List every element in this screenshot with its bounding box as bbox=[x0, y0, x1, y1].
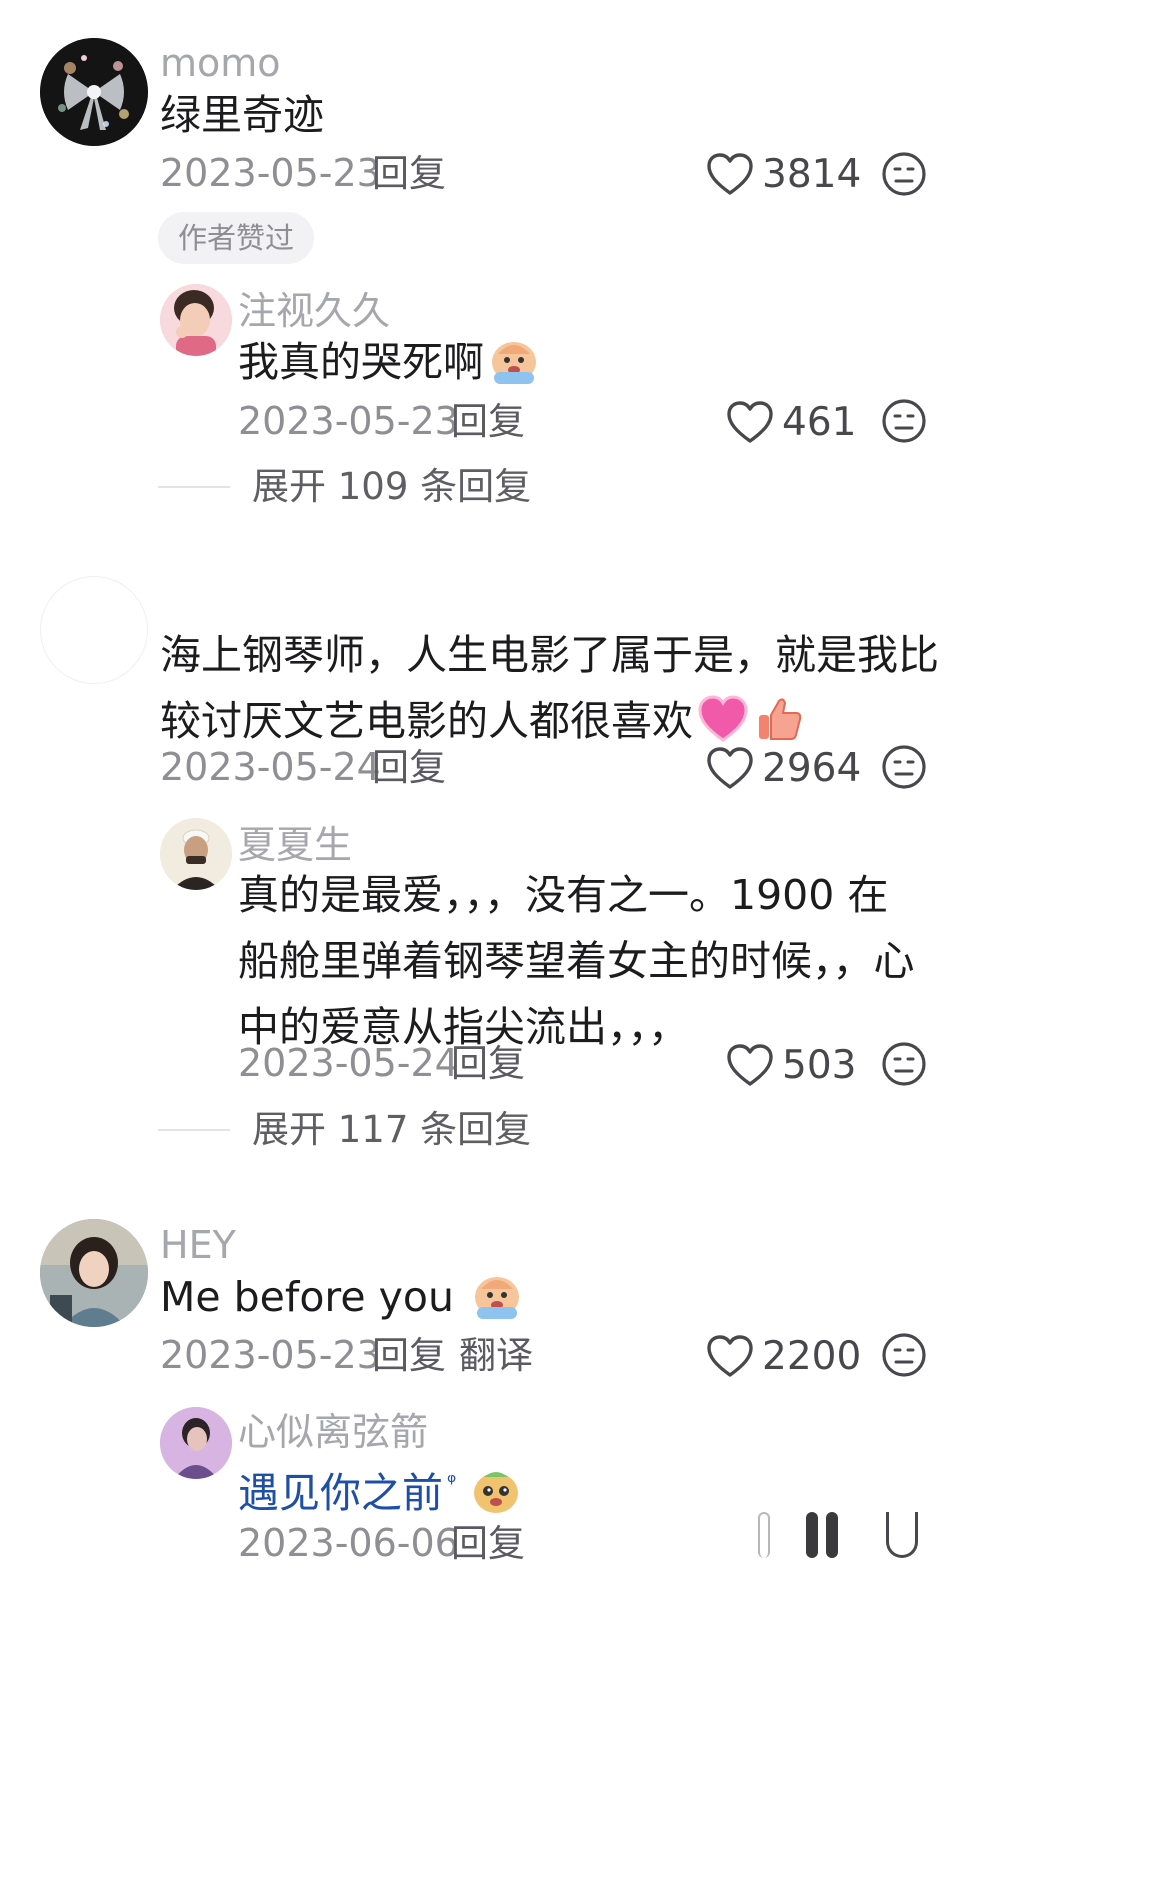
like-button[interactable]: 2964 bbox=[706, 746, 861, 790]
avatar[interactable] bbox=[160, 1407, 232, 1479]
like-count: 503 bbox=[782, 1042, 857, 1088]
reply-button[interactable]: 回复 bbox=[451, 403, 525, 440]
like-count: 461 bbox=[782, 399, 857, 445]
like-button[interactable]: 2200 bbox=[706, 1334, 861, 1378]
smile-emoji-icon bbox=[474, 1472, 519, 1513]
heart-icon bbox=[727, 401, 773, 443]
like-count: 2200 bbox=[762, 1333, 862, 1379]
thumbs-up-emoji-icon bbox=[759, 698, 802, 740]
search-link-icon[interactable]: ᵠ bbox=[447, 1470, 456, 1495]
heart-icon bbox=[707, 1335, 753, 1377]
comment-username[interactable]: momo bbox=[160, 44, 281, 82]
like-count: 2964 bbox=[762, 745, 862, 791]
comment-date: 2023-05-23 bbox=[160, 151, 381, 195]
bow-avatar-image bbox=[40, 38, 148, 146]
comment-date: 2023-05-23 bbox=[160, 1333, 381, 1377]
avatar[interactable] bbox=[160, 284, 232, 356]
pause-bar-icon bbox=[826, 1512, 838, 1558]
pink-heart-emoji-icon bbox=[698, 695, 748, 742]
reply-text: 遇见你之前 ᵠ bbox=[238, 1450, 522, 1526]
reply-button[interactable]: 回复 bbox=[451, 1525, 525, 1562]
expand-replies-button[interactable]: 展开 117 条回复 bbox=[158, 1111, 531, 1148]
dislike-face-icon[interactable] bbox=[880, 743, 928, 791]
comment-text-content: Me before you bbox=[160, 1273, 454, 1321]
expand-replies-label: 展开 117 条回复 bbox=[252, 1108, 532, 1151]
heart-icon bbox=[707, 153, 753, 195]
comment-text: 绿里奇迹 bbox=[160, 91, 324, 139]
reply-date: 2023-06-06 bbox=[238, 1521, 459, 1565]
like-button[interactable]: 503 bbox=[726, 1043, 856, 1087]
divider bbox=[158, 485, 230, 488]
reply-username[interactable]: 夏夏生 bbox=[238, 826, 352, 864]
reply-text: 真的是最爱，，，没有之一。1900 在船舱里弹着钢琴望着女主的时候，，心中的爱意… bbox=[238, 871, 915, 1051]
reply-username[interactable]: 心似离弦箭 bbox=[238, 1413, 428, 1451]
comment-text: 海上钢琴师，人生电影了属于是，就是我比较讨厌文艺电影的人都很喜欢 bbox=[160, 622, 940, 754]
pause-bar-icon bbox=[806, 1512, 818, 1558]
expand-replies-button[interactable]: 展开 109 条回复 bbox=[158, 468, 531, 505]
reply-date: 2023-05-24 bbox=[238, 1041, 459, 1085]
comment-username[interactable]: HEY bbox=[160, 1226, 236, 1264]
heart-icon bbox=[707, 747, 753, 789]
reply-button[interactable]: 回复 bbox=[372, 749, 446, 786]
expand-replies-label: 展开 109 条回复 bbox=[252, 465, 532, 508]
avatar[interactable] bbox=[160, 818, 232, 890]
reply-username[interactable]: 注视久久 bbox=[238, 292, 390, 330]
crying-emoji-icon bbox=[492, 342, 536, 384]
dislike-face-icon[interactable] bbox=[880, 150, 928, 198]
avatar[interactable] bbox=[40, 38, 148, 146]
reply-date: 2023-05-23 bbox=[238, 399, 459, 443]
reply-text-content: 我真的哭死啊 bbox=[238, 338, 484, 386]
crying-emoji-icon bbox=[475, 1277, 519, 1319]
like-count: 3814 bbox=[762, 151, 862, 197]
reply-button[interactable]: 回复 bbox=[372, 155, 446, 192]
comment-date: 2023-05-24 bbox=[160, 745, 381, 789]
author-liked-badge: 作者赞过 bbox=[158, 212, 315, 264]
like-button[interactable]: 3814 bbox=[706, 152, 861, 196]
reply-text-content: 遇见你之前 bbox=[238, 1469, 443, 1517]
divider bbox=[158, 1128, 230, 1131]
reply-button[interactable]: 回复 bbox=[372, 1337, 446, 1374]
reply-button[interactable]: 回复 bbox=[451, 1045, 525, 1082]
dislike-face-icon[interactable] bbox=[880, 1040, 928, 1088]
dislike-face-icon[interactable] bbox=[880, 397, 928, 445]
heart-icon bbox=[727, 1044, 773, 1086]
person-avatar-image bbox=[160, 284, 232, 356]
girl-avatar-image bbox=[40, 1219, 148, 1327]
avatar[interactable] bbox=[40, 576, 148, 684]
reply-partial-icon[interactable] bbox=[886, 1512, 918, 1558]
pause-icon[interactable] bbox=[758, 1512, 770, 1558]
portrait-avatar-image bbox=[160, 818, 232, 890]
reply-text: 我真的哭死啊 bbox=[238, 329, 540, 395]
like-button[interactable]: 461 bbox=[726, 400, 856, 444]
comment-text: Me before you bbox=[160, 1264, 523, 1330]
comment-text-content: 海上钢琴师，人生电影了属于是，就是我比较讨厌文艺电影的人都很喜欢 bbox=[160, 631, 939, 745]
translate-button[interactable]: 翻译 bbox=[459, 1337, 533, 1374]
dislike-face-icon[interactable] bbox=[880, 1331, 928, 1379]
avatar[interactable] bbox=[40, 1219, 148, 1327]
boy-avatar-image bbox=[160, 1407, 232, 1479]
